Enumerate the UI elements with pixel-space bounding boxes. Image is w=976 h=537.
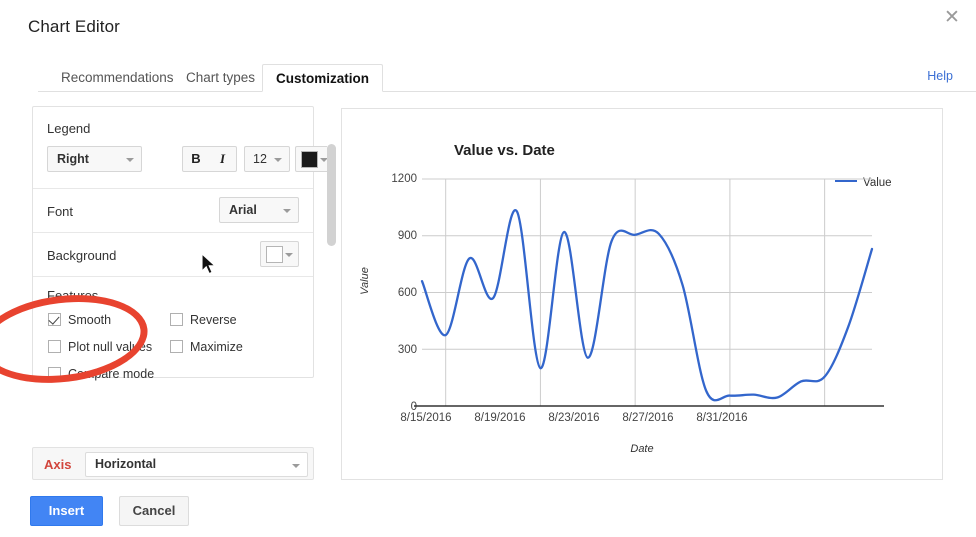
color-swatch xyxy=(301,151,318,168)
background-section-label: Background xyxy=(47,248,117,263)
checkbox-label: Plot null values xyxy=(68,340,153,354)
chevron-down-icon xyxy=(292,463,300,468)
axis-select-value: Horizontal xyxy=(95,457,157,471)
checkbox-label: Smooth xyxy=(68,313,112,327)
checkbox-icon xyxy=(48,367,61,380)
checkbox-icon xyxy=(48,340,61,353)
close-icon[interactable]: ✕ xyxy=(941,6,963,28)
font-section: Font Arial xyxy=(33,188,313,232)
checkbox-icon xyxy=(170,313,183,326)
page-title: Chart Editor xyxy=(28,17,120,36)
tab-chart-types[interactable]: Chart types xyxy=(173,64,268,92)
color-swatch xyxy=(266,246,283,263)
legend-section: Legend Right B I 12 xyxy=(33,107,334,188)
checkbox-label: Maximize xyxy=(190,340,243,354)
chevron-down-icon xyxy=(285,253,293,257)
checkbox-label: Compare mode xyxy=(68,367,155,381)
legend-section-label: Legend xyxy=(47,121,91,136)
axis-section: Axis Horizontal xyxy=(32,447,314,480)
chart-gridlines xyxy=(422,178,872,406)
legend-position-value: Right xyxy=(57,152,89,166)
chevron-down-icon xyxy=(126,158,134,162)
font-family-value: Arial xyxy=(229,203,257,217)
chart-series-line xyxy=(420,209,874,402)
tab-customization[interactable]: Customization xyxy=(262,64,383,92)
settings-scrollbar-thumb[interactable] xyxy=(327,144,336,246)
chart-preview-panel: Value vs. Date Value Date 1200 900 600 3… xyxy=(341,108,943,480)
axis-select[interactable]: Horizontal xyxy=(85,452,308,477)
background-section: Background xyxy=(33,232,313,276)
chevron-down-icon xyxy=(283,209,291,213)
features-section-label: Features xyxy=(47,288,99,303)
features-section: Features Smooth Reverse Plot null values… xyxy=(33,276,313,381)
checkbox-icon xyxy=(48,313,61,326)
italic-button[interactable]: I xyxy=(209,146,237,172)
chart-editor-dialog: Chart Editor ✕ Recommendations Chart typ… xyxy=(0,0,976,537)
checkbox-icon xyxy=(170,340,183,353)
background-color-select[interactable] xyxy=(260,241,299,267)
bold-button[interactable]: B xyxy=(182,146,210,172)
font-size-select[interactable]: 12 xyxy=(244,146,290,172)
legend-position-select[interactable]: Right xyxy=(47,146,142,172)
settings-panel: Legend Right B I 12 Font Arial Backgroun… xyxy=(32,106,334,381)
tab-bar: Recommendations Chart types Customizatio… xyxy=(0,64,976,92)
checkbox-label: Reverse xyxy=(190,313,237,327)
axis-section-label: Axis xyxy=(44,457,72,472)
font-section-label: Font xyxy=(47,204,74,219)
checkbox-maximize[interactable]: Maximize xyxy=(170,340,243,354)
tab-recommendations[interactable]: Recommendations xyxy=(48,64,187,92)
chart-plot xyxy=(414,178,884,407)
insert-button[interactable]: Insert xyxy=(30,496,103,526)
font-size-value: 12 xyxy=(253,152,267,166)
chevron-down-icon xyxy=(274,158,282,162)
cancel-button[interactable]: Cancel xyxy=(119,496,189,526)
help-link[interactable]: Help xyxy=(927,69,953,83)
checkbox-reverse[interactable]: Reverse xyxy=(170,313,237,327)
checkbox-plot-null-values[interactable]: Plot null values xyxy=(48,340,152,354)
font-family-select[interactable]: Arial xyxy=(219,197,299,223)
checkbox-compare-mode[interactable]: Compare mode xyxy=(48,367,154,381)
checkbox-smooth[interactable]: Smooth xyxy=(48,313,111,327)
